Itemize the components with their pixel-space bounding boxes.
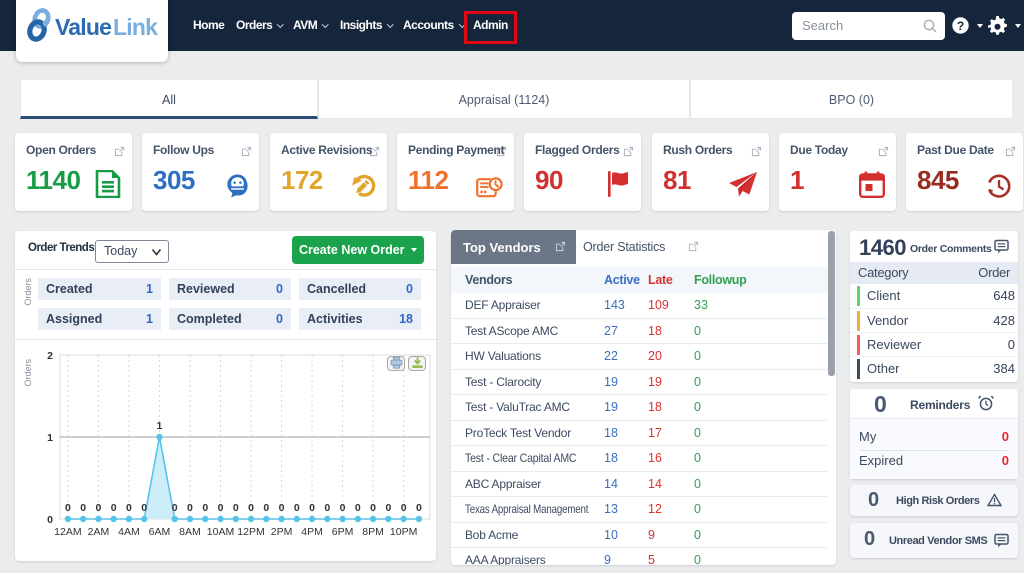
svg-text:0: 0 [126, 502, 132, 514]
svg-text:0: 0 [111, 502, 117, 514]
svg-text:0: 0 [340, 502, 346, 514]
svg-text:0: 0 [401, 502, 407, 514]
svg-text:?: ? [957, 19, 964, 33]
svg-text:0: 0 [370, 502, 376, 514]
svg-text:0: 0 [294, 502, 300, 514]
svg-text:8PM: 8PM [362, 526, 384, 538]
svg-text:0: 0 [416, 502, 422, 514]
svg-text:Link: Link [113, 14, 158, 40]
svg-text:10AM: 10AM [207, 526, 234, 538]
svg-text:6AM: 6AM [149, 526, 171, 538]
svg-text:4AM: 4AM [118, 526, 140, 538]
svg-text:2AM: 2AM [88, 526, 110, 538]
svg-text:1: 1 [157, 420, 163, 432]
svg-text:0: 0 [47, 514, 53, 526]
svg-text:0: 0 [309, 502, 315, 514]
svg-text:0: 0 [324, 502, 330, 514]
svg-text:12AM: 12AM [54, 526, 81, 538]
svg-text:0: 0 [80, 502, 86, 514]
svg-text:0: 0 [279, 502, 285, 514]
svg-text:0: 0 [202, 502, 208, 514]
svg-text:0: 0 [355, 502, 361, 514]
svg-text:0: 0 [65, 502, 71, 514]
svg-text:1: 1 [47, 432, 53, 444]
svg-text:2: 2 [47, 350, 53, 362]
svg-text:12PM: 12PM [237, 526, 264, 538]
svg-text:0: 0 [95, 502, 101, 514]
svg-text:8AM: 8AM [179, 526, 201, 538]
svg-text:0: 0 [172, 502, 178, 514]
svg-text:10PM: 10PM [390, 526, 417, 538]
svg-text:0: 0 [141, 502, 147, 514]
svg-text:0: 0 [233, 502, 239, 514]
svg-text:6PM: 6PM [332, 526, 354, 538]
svg-text:0: 0 [187, 502, 193, 514]
svg-text:Value: Value [55, 14, 111, 40]
svg-text:0: 0 [248, 502, 254, 514]
svg-text:0: 0 [218, 502, 224, 514]
svg-text:4PM: 4PM [301, 526, 323, 538]
svg-text:2PM: 2PM [271, 526, 293, 538]
svg-text:0: 0 [263, 502, 269, 514]
svg-text:0: 0 [385, 502, 391, 514]
